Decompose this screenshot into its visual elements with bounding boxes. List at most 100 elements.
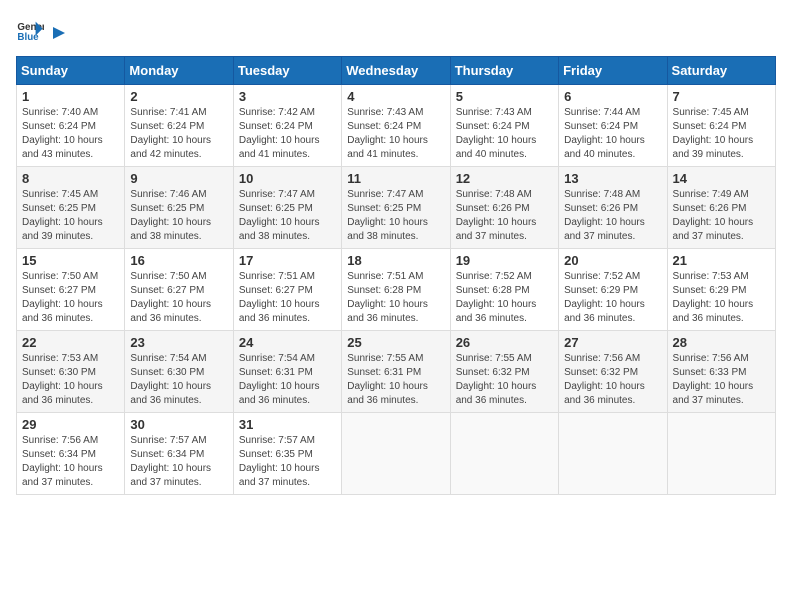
- day-number: 31: [239, 417, 336, 432]
- calendar-header-row: SundayMondayTuesdayWednesdayThursdayFrid…: [17, 57, 776, 85]
- calendar-cell: 19 Sunrise: 7:52 AMSunset: 6:28 PMDayligh…: [450, 249, 558, 331]
- day-info: Sunrise: 7:54 AMSunset: 6:31 PMDaylight:…: [239, 352, 336, 408]
- day-info: Sunrise: 7:41 AMSunset: 6:24 PMDaylight:…: [130, 106, 227, 162]
- calendar-cell: 13 Sunrise: 7:48 AMSunset: 6:26 PMDayligh…: [559, 167, 667, 249]
- calendar-week-row: 29 Sunrise: 7:56 AMSunset: 6:34 PMDayligh…: [17, 413, 776, 495]
- day-info: Sunrise: 7:56 AMSunset: 6:32 PMDaylight:…: [564, 352, 661, 408]
- day-number: 22: [22, 335, 119, 350]
- day-number: 20: [564, 253, 661, 268]
- day-info: Sunrise: 7:55 AMSunset: 6:31 PMDaylight:…: [347, 352, 444, 408]
- day-info: Sunrise: 7:48 AMSunset: 6:26 PMDaylight:…: [564, 188, 661, 244]
- day-number: 2: [130, 89, 227, 104]
- calendar-cell: [342, 413, 450, 495]
- day-number: 26: [456, 335, 553, 350]
- calendar-cell: 29 Sunrise: 7:56 AMSunset: 6:34 PMDayligh…: [17, 413, 125, 495]
- calendar-cell: 2 Sunrise: 7:41 AMSunset: 6:24 PMDaylight…: [125, 85, 233, 167]
- day-info: Sunrise: 7:42 AMSunset: 6:24 PMDaylight:…: [239, 106, 336, 162]
- calendar-cell: 18 Sunrise: 7:51 AMSunset: 6:28 PMDayligh…: [342, 249, 450, 331]
- day-number: 17: [239, 253, 336, 268]
- calendar-cell: 25Sunrise: 7:55 AMSunset: 6:31 PMDayligh…: [342, 331, 450, 413]
- day-number: 8: [22, 171, 119, 186]
- day-of-week-header: Wednesday: [342, 57, 450, 85]
- calendar-cell: 23 Sunrise: 7:54 AMSunset: 6:30 PMDayligh…: [125, 331, 233, 413]
- calendar-week-row: 15 Sunrise: 7:50 AMSunset: 6:27 PMDayligh…: [17, 249, 776, 331]
- calendar-cell: 22 Sunrise: 7:53 AMSunset: 6:30 PMDayligh…: [17, 331, 125, 413]
- calendar-cell: 10 Sunrise: 7:47 AMSunset: 6:25 PMDayligh…: [233, 167, 341, 249]
- calendar-cell: 7Sunrise: 7:45 AMSunset: 6:24 PMDaylight…: [667, 85, 775, 167]
- calendar-cell: 27 Sunrise: 7:56 AMSunset: 6:32 PMDayligh…: [559, 331, 667, 413]
- day-number: 6: [564, 89, 661, 104]
- day-info: Sunrise: 7:40 AMSunset: 6:24 PMDaylight:…: [22, 106, 119, 162]
- calendar-cell: 24Sunrise: 7:54 AMSunset: 6:31 PMDayligh…: [233, 331, 341, 413]
- day-info: Sunrise: 7:44 AMSunset: 6:24 PMDaylight:…: [564, 106, 661, 162]
- day-of-week-header: Sunday: [17, 57, 125, 85]
- calendar-cell: 6 Sunrise: 7:44 AMSunset: 6:24 PMDaylight…: [559, 85, 667, 167]
- calendar-cell: 14 Sunrise: 7:49 AMSunset: 6:26 PMDayligh…: [667, 167, 775, 249]
- day-of-week-header: Friday: [559, 57, 667, 85]
- day-info: Sunrise: 7:49 AMSunset: 6:26 PMDaylight:…: [673, 188, 770, 244]
- day-number: 21: [673, 253, 770, 268]
- day-number: 15: [22, 253, 119, 268]
- logo-arrow-icon: [49, 23, 69, 43]
- day-info: Sunrise: 7:57 AMSunset: 6:35 PMDaylight:…: [239, 434, 336, 490]
- logo: General Blue: [16, 16, 70, 44]
- day-info: Sunrise: 7:57 AMSunset: 6:34 PMDaylight:…: [130, 434, 227, 490]
- calendar-cell: [559, 413, 667, 495]
- day-of-week-header: Monday: [125, 57, 233, 85]
- day-info: Sunrise: 7:51 AMSunset: 6:28 PMDaylight:…: [347, 270, 444, 326]
- day-number: 28: [673, 335, 770, 350]
- day-number: 23: [130, 335, 227, 350]
- day-number: 27: [564, 335, 661, 350]
- svg-text:Blue: Blue: [17, 32, 39, 43]
- day-info: Sunrise: 7:47 AMSunset: 6:25 PMDaylight:…: [347, 188, 444, 244]
- calendar-cell: 15Sunrise: 7:50 AMSunset: 6:27 PMDayligh…: [17, 249, 125, 331]
- calendar-cell: 20 Sunrise: 7:52 AMSunset: 6:29 PMDayligh…: [559, 249, 667, 331]
- day-number: 19: [456, 253, 553, 268]
- calendar-cell: 1 Sunrise: 7:40 AMSunset: 6:24 PMDaylight…: [17, 85, 125, 167]
- page-header: General Blue: [16, 16, 776, 44]
- calendar-cell: 5 Sunrise: 7:43 AMSunset: 6:24 PMDaylight…: [450, 85, 558, 167]
- day-of-week-header: Tuesday: [233, 57, 341, 85]
- day-info: Sunrise: 7:47 AMSunset: 6:25 PMDaylight:…: [239, 188, 336, 244]
- calendar-cell: 9Sunrise: 7:46 AMSunset: 6:25 PMDaylight…: [125, 167, 233, 249]
- day-info: Sunrise: 7:43 AMSunset: 6:24 PMDaylight:…: [347, 106, 444, 162]
- day-number: 1: [22, 89, 119, 104]
- day-info: Sunrise: 7:56 AMSunset: 6:34 PMDaylight:…: [22, 434, 119, 490]
- calendar-cell: 26 Sunrise: 7:55 AMSunset: 6:32 PMDayligh…: [450, 331, 558, 413]
- calendar-cell: [667, 413, 775, 495]
- day-info: Sunrise: 7:55 AMSunset: 6:32 PMDaylight:…: [456, 352, 553, 408]
- day-of-week-header: Thursday: [450, 57, 558, 85]
- calendar-cell: 3 Sunrise: 7:42 AMSunset: 6:24 PMDaylight…: [233, 85, 341, 167]
- day-info: Sunrise: 7:45 AMSunset: 6:25 PMDaylight:…: [22, 188, 119, 244]
- day-info: Sunrise: 7:50 AMSunset: 6:27 PMDaylight:…: [130, 270, 227, 326]
- calendar-cell: 17Sunrise: 7:51 AMSunset: 6:27 PMDayligh…: [233, 249, 341, 331]
- calendar-cell: [450, 413, 558, 495]
- day-info: Sunrise: 7:45 AMSunset: 6:24 PMDaylight:…: [673, 106, 770, 162]
- day-number: 4: [347, 89, 444, 104]
- day-info: Sunrise: 7:43 AMSunset: 6:24 PMDaylight:…: [456, 106, 553, 162]
- logo-icon: General Blue: [16, 16, 44, 44]
- day-info: Sunrise: 7:48 AMSunset: 6:26 PMDaylight:…: [456, 188, 553, 244]
- calendar-cell: 30Sunrise: 7:57 AMSunset: 6:34 PMDayligh…: [125, 413, 233, 495]
- day-info: Sunrise: 7:54 AMSunset: 6:30 PMDaylight:…: [130, 352, 227, 408]
- day-info: Sunrise: 7:52 AMSunset: 6:28 PMDaylight:…: [456, 270, 553, 326]
- day-number: 29: [22, 417, 119, 432]
- day-info: Sunrise: 7:46 AMSunset: 6:25 PMDaylight:…: [130, 188, 227, 244]
- calendar-cell: 16 Sunrise: 7:50 AMSunset: 6:27 PMDayligh…: [125, 249, 233, 331]
- day-info: Sunrise: 7:52 AMSunset: 6:29 PMDaylight:…: [564, 270, 661, 326]
- day-info: Sunrise: 7:56 AMSunset: 6:33 PMDaylight:…: [673, 352, 770, 408]
- day-number: 10: [239, 171, 336, 186]
- calendar-week-row: 1 Sunrise: 7:40 AMSunset: 6:24 PMDaylight…: [17, 85, 776, 167]
- day-number: 3: [239, 89, 336, 104]
- day-number: 5: [456, 89, 553, 104]
- day-number: 16: [130, 253, 227, 268]
- calendar-cell: 11Sunrise: 7:47 AMSunset: 6:25 PMDayligh…: [342, 167, 450, 249]
- day-info: Sunrise: 7:53 AMSunset: 6:30 PMDaylight:…: [22, 352, 119, 408]
- calendar-week-row: 8 Sunrise: 7:45 AMSunset: 6:25 PMDaylight…: [17, 167, 776, 249]
- calendar-week-row: 22 Sunrise: 7:53 AMSunset: 6:30 PMDayligh…: [17, 331, 776, 413]
- day-number: 18: [347, 253, 444, 268]
- day-number: 13: [564, 171, 661, 186]
- day-number: 14: [673, 171, 770, 186]
- calendar-cell: 21Sunrise: 7:53 AMSunset: 6:29 PMDayligh…: [667, 249, 775, 331]
- day-of-week-header: Saturday: [667, 57, 775, 85]
